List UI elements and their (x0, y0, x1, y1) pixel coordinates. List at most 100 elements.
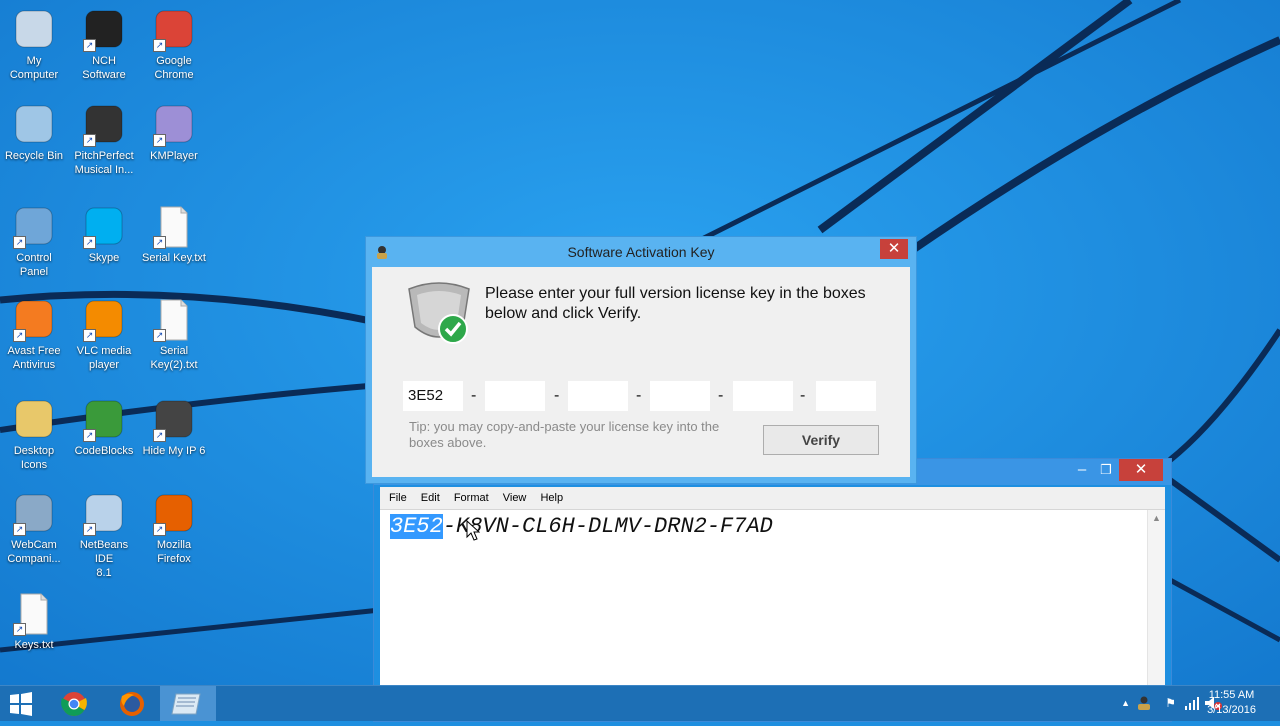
desktop-icon[interactable]: ↗ WebCam Compani... (0, 492, 68, 566)
desktop-icon-label: KMPlayer (150, 150, 198, 162)
desktop-icon[interactable]: ↗ Skype (70, 205, 138, 265)
menu-view[interactable]: View (503, 492, 527, 504)
desktop-icon-label: Google Chrome (154, 55, 194, 81)
desktop-icon-label: PitchPerfect Musical In... (74, 150, 134, 176)
desktop-icon-label: NCH Software (82, 55, 126, 81)
chrome-icon: ↗ (151, 8, 197, 52)
shield-check-icon (408, 282, 470, 344)
shortcut-arrow-icon: ↗ (13, 523, 26, 536)
desktop-icon[interactable]: ↗ Control Panel (0, 205, 68, 279)
menu-edit[interactable]: Edit (421, 492, 440, 504)
text-file-icon: ↗ (151, 205, 197, 249)
verify-button[interactable]: Verify (763, 425, 879, 455)
netbeans-icon: ↗ (81, 492, 127, 536)
text-file-icon: ↗ (11, 592, 57, 636)
shortcut-arrow-icon: ↗ (83, 39, 96, 52)
minimize-button[interactable]: – (1069, 459, 1095, 481)
key-separator: - (718, 387, 724, 404)
desktop-icon[interactable]: ↗ Google Chrome (140, 8, 208, 82)
desktop-icon[interactable]: ↗ NCH Software (70, 8, 138, 82)
shortcut-arrow-icon: ↗ (83, 523, 96, 536)
recycle-bin-icon (11, 103, 57, 147)
tray-user-icon[interactable] (1136, 695, 1152, 711)
unselected-text[interactable]: -K8VN-CL6H-DLMV-DRN2-F7AD (443, 514, 773, 539)
mouse-cursor-icon (466, 520, 480, 541)
computer-icon (11, 8, 57, 52)
activation-dialog[interactable]: Software Activation Key ✕ Please enter y… (365, 236, 917, 484)
shortcut-arrow-icon: ↗ (83, 236, 96, 249)
desktop-icon[interactable]: ↗ Mozilla Firefox (140, 492, 208, 566)
desktop-icon-label: Keys.txt (14, 639, 54, 651)
clock[interactable]: 11:55 AM 3/13/2016 (1207, 688, 1256, 718)
shortcut-arrow-icon: ↗ (153, 429, 166, 442)
avast-icon: ↗ (11, 298, 57, 342)
desktop-icon-label: My Computer (9, 55, 59, 81)
key-field-2[interactable] (485, 381, 545, 411)
desktop-icon[interactable]: ↗ KMPlayer (140, 103, 208, 163)
shortcut-arrow-icon: ↗ (83, 429, 96, 442)
key-field-4[interactable] (650, 381, 710, 411)
codeblocks-icon: ↗ (81, 398, 127, 442)
taskbar-notepad-button[interactable] (160, 686, 216, 721)
notepad-menubar: File Edit Format View Help (380, 487, 1165, 509)
vlc-icon: ↗ (81, 298, 127, 342)
desktop-icon[interactable]: ↗ VLC media player (70, 298, 138, 372)
hidemyip-icon: ↗ (151, 398, 197, 442)
clock-date: 3/13/2016 (1207, 704, 1256, 716)
key-field-6[interactable] (816, 381, 876, 411)
menu-help[interactable]: Help (540, 492, 563, 504)
shortcut-arrow-icon: ↗ (83, 134, 96, 147)
notepad-window[interactable]: – ❐ ✕ File Edit Format View Help 3E52-K8… (373, 458, 1172, 722)
shortcut-arrow-icon: ↗ (153, 134, 166, 147)
selected-text[interactable]: 3E52 (390, 514, 443, 539)
menu-file[interactable]: File (389, 492, 407, 504)
key-field-1[interactable]: 3E52 (403, 381, 463, 411)
tray-chevron-icon[interactable]: ▲ (1121, 698, 1130, 708)
network-icon[interactable] (1184, 695, 1200, 711)
maximize-button[interactable]: ❐ (1093, 459, 1119, 481)
desktop-icon[interactable]: ↗ Avast Free Antivirus (0, 298, 68, 372)
desktop-icon-label: Control Panel (16, 252, 52, 278)
license-key-text[interactable]: 3E52-K8VN-CL6H-DLMV-DRN2-F7AD (390, 514, 773, 539)
shortcut-arrow-icon: ↗ (153, 236, 166, 249)
taskbar-chrome-button[interactable] (46, 686, 102, 721)
desktop-icon-label: Hide My IP 6 (142, 445, 206, 457)
shortcut-arrow-icon: ↗ (83, 329, 96, 342)
pitchperfect-icon: ↗ (81, 103, 127, 147)
menu-format[interactable]: Format (454, 492, 489, 504)
key-field-5[interactable] (733, 381, 793, 411)
desktop-icon[interactable]: ↗ NetBeans IDE 8.1 (70, 492, 138, 580)
scroll-up-icon[interactable]: ▲ (1148, 513, 1165, 523)
desktop-icon-label: Avast Free Antivirus (7, 345, 61, 371)
tray-flag-icon[interactable]: ⚑ (1165, 696, 1176, 710)
key-field-3[interactable] (568, 381, 628, 411)
desktop-icon-label: CodeBlocks (74, 445, 134, 457)
desktop-icon[interactable]: ↗ Serial Key.txt (140, 205, 208, 265)
desktop-icon[interactable]: ↗ Serial Key(2).txt (140, 298, 208, 372)
firefox-icon: ↗ (151, 492, 197, 536)
desktop-icon[interactable]: ↗ PitchPerfect Musical In... (70, 103, 138, 177)
chrome-icon (61, 692, 87, 717)
shortcut-arrow-icon: ↗ (13, 329, 26, 342)
shortcut-arrow-icon: ↗ (153, 329, 166, 342)
desktop-icon[interactable]: My Computer (0, 8, 68, 82)
dialog-titlebar[interactable]: Software Activation Key ✕ (366, 237, 916, 267)
desktop-icon[interactable]: ↗ CodeBlocks (70, 398, 138, 458)
key-separator: - (471, 387, 477, 404)
taskbar-firefox-button[interactable] (104, 686, 160, 721)
key-separator: - (636, 387, 642, 404)
dialog-title: Software Activation Key (567, 244, 715, 260)
close-button[interactable]: ✕ (1119, 459, 1163, 481)
clock-time: 11:55 AM (1208, 689, 1255, 701)
desktop-icon-label: WebCam Compani... (7, 539, 61, 565)
desktop-icon[interactable]: ↗ Keys.txt (0, 592, 68, 652)
desktop-icon[interactable]: Desktop Icons (0, 398, 68, 472)
key-separator: - (800, 387, 806, 404)
desktop-icon-label: Recycle Bin (4, 150, 64, 162)
dialog-close-button[interactable]: ✕ (880, 239, 908, 259)
desktop-icon[interactable]: ↗ Hide My IP 6 (140, 398, 208, 458)
nch-icon: ↗ (81, 8, 127, 52)
shortcut-arrow-icon: ↗ (13, 623, 26, 636)
instruction-text: Please enter your full version license k… (485, 285, 866, 322)
desktop-icon[interactable]: Recycle Bin (0, 103, 68, 163)
